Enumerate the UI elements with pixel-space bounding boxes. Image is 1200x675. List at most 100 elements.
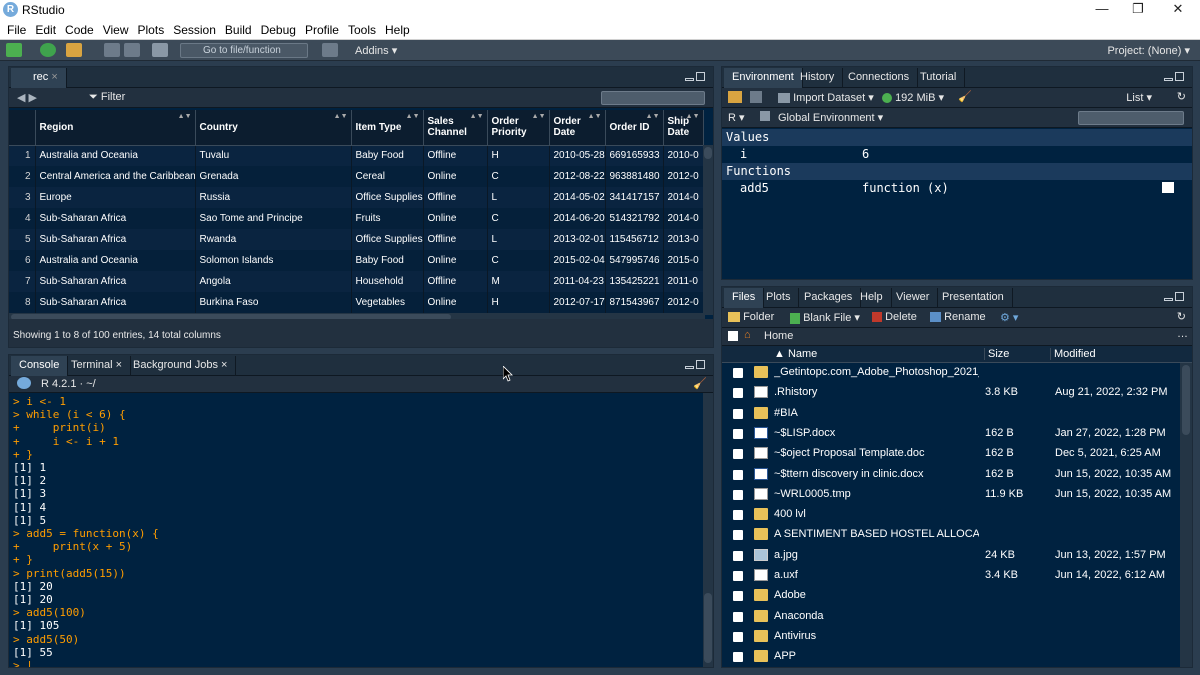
- table-row[interactable]: 3 Europe Russia Office Supplies Offline L 2014…: [9, 187, 704, 208]
- clear-objects-icon[interactable]: 🧹: [958, 90, 972, 103]
- filter-button[interactable]: ⏷ Filter: [89, 91, 125, 104]
- sort-icon[interactable]: ▲▼: [334, 113, 348, 120]
- file-name[interactable]: 400 lvl: [774, 508, 979, 520]
- table-row[interactable]: 7 Sub-Saharan Africa Angola Household Offlin…: [9, 271, 704, 292]
- column-header[interactable]: Ship Date ▲▼: [663, 110, 704, 146]
- file-name[interactable]: a.uxf: [774, 569, 979, 581]
- menu-item[interactable]: Debug: [261, 23, 296, 37]
- save-all-icon[interactable]: [124, 43, 140, 57]
- file-row[interactable]: APP: [722, 647, 1178, 667]
- file-name[interactable]: Antivirus: [774, 630, 979, 642]
- file-checkbox[interactable]: [733, 591, 743, 602]
- file-row[interactable]: ~$ttern discovery in clinic.docx 162 B Jun…: [722, 465, 1178, 485]
- more-settings-icon[interactable]: ⚙ ▾: [1000, 311, 1018, 324]
- close-button[interactable]: ✕: [1158, 0, 1198, 20]
- file-name[interactable]: ~$LISP.docx: [774, 427, 979, 439]
- vertical-scrollbar[interactable]: [703, 145, 713, 315]
- file-row[interactable]: A SENTIMENT BASED HOSTEL ALLOCATIO...: [722, 525, 1178, 545]
- file-name[interactable]: ~WRL0005.tmp: [774, 488, 979, 500]
- file-row[interactable]: _Getintopc.com_Adobe_Photoshop_2021_...: [722, 363, 1178, 383]
- pane-minmax-icon[interactable]: [1164, 292, 1186, 303]
- file-checkbox[interactable]: [733, 510, 743, 521]
- file-row[interactable]: ~WRL0005.tmp 11.9 KB Jun 15, 2022, 10:35 A…: [722, 485, 1178, 505]
- tab-background-jobs[interactable]: Background Jobs ×: [125, 356, 237, 376]
- language-select[interactable]: R ▾: [728, 111, 745, 124]
- file-row[interactable]: ~$LISP.docx 162 B Jan 27, 2022, 1:28 PM: [722, 424, 1178, 444]
- file-name[interactable]: A SENTIMENT BASED HOSTEL ALLOCATIO...: [774, 528, 979, 540]
- pane-minmax-icon[interactable]: [685, 72, 707, 83]
- file-name[interactable]: .Rhistory: [774, 386, 979, 398]
- menu-item[interactable]: Build: [225, 23, 252, 37]
- workspace-panes-icon[interactable]: [322, 43, 338, 57]
- file-checkbox[interactable]: [733, 449, 743, 460]
- column-header[interactable]: Country ▲▼: [195, 110, 352, 146]
- tab-plots[interactable]: Plots: [758, 288, 800, 308]
- col-size[interactable]: Size: [984, 348, 1009, 360]
- pane-minmax-icon[interactable]: [685, 360, 707, 371]
- file-row[interactable]: Anaconda: [722, 607, 1178, 627]
- file-checkbox[interactable]: [733, 530, 743, 541]
- sort-icon[interactable]: ▲▼: [406, 113, 420, 120]
- env-value-row[interactable]: i 6: [722, 146, 1192, 163]
- minimize-button[interactable]: —: [1082, 0, 1122, 20]
- file-checkbox[interactable]: [733, 571, 743, 581]
- menu-item[interactable]: Plots: [138, 23, 165, 37]
- files-scrollbar[interactable]: [1180, 363, 1192, 667]
- breadcrumb-home[interactable]: Home: [764, 330, 793, 342]
- file-checkbox[interactable]: [733, 550, 743, 561]
- col-modified[interactable]: Modified: [1050, 348, 1096, 360]
- column-header[interactable]: [9, 110, 36, 146]
- file-name[interactable]: Adobe: [774, 589, 979, 601]
- table-row[interactable]: 5 Sub-Saharan Africa Rwanda Office Supplies…: [9, 229, 704, 250]
- col-name[interactable]: ▲ Name: [774, 348, 817, 360]
- column-header[interactable]: Sales Channel ▲▼: [423, 110, 488, 146]
- back-forward-icon[interactable]: ◀ ▶: [17, 91, 37, 104]
- file-checkbox[interactable]: [733, 388, 743, 399]
- list-view-menu[interactable]: List ▾: [1126, 91, 1152, 104]
- view-function-icon[interactable]: [1162, 182, 1174, 193]
- sort-icon[interactable]: ▲▼: [178, 113, 192, 120]
- column-header[interactable]: Order ID ▲▼: [605, 110, 664, 146]
- tab-connections[interactable]: Connections: [840, 68, 919, 88]
- file-checkbox[interactable]: [733, 631, 743, 642]
- new-folder-button[interactable]: Folder: [728, 311, 774, 323]
- console-output[interactable]: > i <- 1 > while (i < 6) {+ print(i) + i <…: [13, 395, 159, 667]
- blank-file-button[interactable]: Blank File ▾: [790, 311, 860, 324]
- file-row[interactable]: Antivirus: [722, 627, 1178, 647]
- more-path-icon[interactable]: …: [1177, 328, 1188, 340]
- menu-item[interactable]: Code: [65, 23, 94, 37]
- goto-file-input[interactable]: Go to file/function: [180, 43, 308, 58]
- file-row[interactable]: .Rhistory 3.8 KB Aug 21, 2022, 2:32 PM: [722, 383, 1178, 403]
- load-workspace-icon[interactable]: [728, 91, 742, 103]
- menu-item[interactable]: File: [7, 23, 26, 37]
- column-header[interactable]: Order Date ▲▼: [549, 110, 606, 146]
- new-file-icon[interactable]: [6, 43, 22, 57]
- tab-terminal[interactable]: Terminal ×: [63, 356, 132, 376]
- tab-console[interactable]: Console: [11, 356, 69, 376]
- file-name[interactable]: ~$oject Proposal Template.doc: [774, 447, 979, 459]
- menu-item[interactable]: Session: [173, 23, 216, 37]
- open-file-icon[interactable]: [66, 43, 82, 57]
- tab-history[interactable]: History: [792, 68, 844, 88]
- file-row[interactable]: Adobe: [722, 586, 1178, 606]
- file-name[interactable]: #BIA: [774, 407, 979, 419]
- file-name[interactable]: APP: [774, 650, 979, 662]
- file-checkbox[interactable]: [733, 469, 743, 480]
- file-name[interactable]: a.jpg: [774, 549, 979, 561]
- column-header[interactable]: Order Priority ▲▼: [487, 110, 550, 146]
- select-all-checkbox[interactable]: [728, 331, 738, 341]
- menu-item[interactable]: View: [103, 23, 129, 37]
- file-row[interactable]: a.uxf 3.4 KB Jun 14, 2022, 6:12 AM: [722, 566, 1178, 586]
- table-row[interactable]: 1 Australia and Oceania Tuvalu Baby Food Off…: [9, 145, 704, 166]
- pane-minmax-icon[interactable]: [1164, 72, 1186, 83]
- tab-tutorial[interactable]: Tutorial: [912, 68, 966, 88]
- import-dataset-button[interactable]: Import Dataset ▾: [778, 91, 874, 104]
- refresh-files-icon[interactable]: ↻: [1177, 310, 1186, 323]
- file-checkbox[interactable]: [733, 408, 743, 419]
- table-row[interactable]: 8 Sub-Saharan Africa Burkina Faso Vegetable…: [9, 292, 704, 313]
- memory-usage[interactable]: 192 MiB ▾: [882, 91, 944, 104]
- rename-button[interactable]: Rename: [930, 311, 986, 323]
- column-header[interactable]: Item Type ▲▼: [351, 110, 424, 146]
- sort-icon[interactable]: ▲▼: [646, 113, 660, 120]
- addins-menu[interactable]: Addins ▾: [355, 44, 397, 57]
